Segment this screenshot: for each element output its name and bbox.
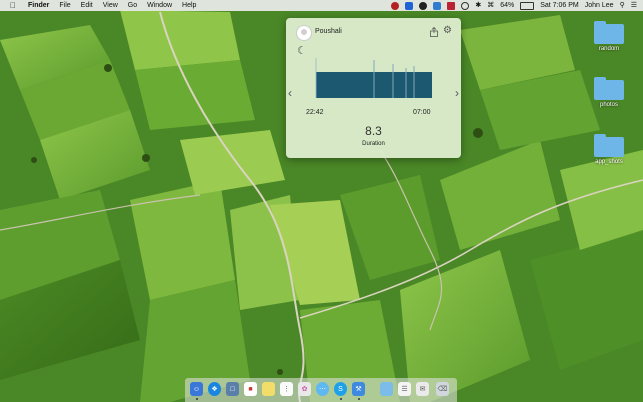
- avatar[interactable]: [296, 25, 312, 41]
- folder-photos[interactable]: photos: [592, 77, 626, 108]
- share-icon[interactable]: [429, 27, 439, 37]
- next-night-button[interactable]: ›: [455, 86, 459, 100]
- dock-trash-icon[interactable]: ⌫: [436, 382, 449, 396]
- folder-icon: [594, 77, 624, 100]
- sleep-popover: Poushali ⚙ ☾ ‹ › 22:42 07:00 8.3 Duratio…: [286, 18, 461, 158]
- apple-menu-icon[interactable]: : [8, 0, 18, 11]
- dropbox-icon[interactable]: [405, 1, 414, 10]
- bluetooth-icon[interactable]: ✱: [475, 0, 481, 11]
- menu-edit[interactable]: Edit: [81, 0, 93, 11]
- vpn-icon[interactable]: [447, 1, 456, 10]
- dock-xcode-icon[interactable]: ⚒: [352, 382, 365, 396]
- folder-label: app_shots: [595, 159, 623, 165]
- folder-app-shots[interactable]: app_shots: [592, 134, 626, 165]
- dock-calendar-icon[interactable]: ■: [244, 382, 257, 396]
- folder-icon: [594, 134, 624, 157]
- folder-random[interactable]: random: [592, 21, 626, 52]
- dock-messages-icon[interactable]: ⋯: [316, 382, 329, 396]
- wifi-icon[interactable]: ⌘: [487, 0, 494, 11]
- menu-bar:  Finder File Edit View Go Window Help ✱…: [0, 0, 643, 11]
- dock-reminders-icon[interactable]: ⋮: [280, 382, 293, 396]
- dock-mail-drafts-icon[interactable]: ✉: [416, 382, 429, 396]
- dock-safari-icon[interactable]: ❖: [208, 382, 221, 396]
- previous-night-button[interactable]: ‹: [288, 86, 292, 100]
- running-indicator: [358, 398, 360, 400]
- battery-percent[interactable]: 64%: [500, 0, 514, 11]
- popover-user-name: Poushali: [315, 28, 342, 35]
- menu-file[interactable]: File: [59, 0, 70, 11]
- clock[interactable]: Sat 7:06 PM: [540, 0, 579, 11]
- dock-documents-icon[interactable]: ☰: [398, 382, 411, 396]
- running-indicator: [340, 398, 342, 400]
- gear-icon[interactable]: ⚙: [443, 26, 452, 36]
- folder-label: photos: [599, 102, 618, 108]
- time-machine-icon[interactable]: [461, 1, 470, 10]
- folder-label: random: [598, 46, 620, 52]
- search-icon[interactable]: ⚲: [620, 0, 625, 11]
- screenshot-icon[interactable]: [433, 1, 442, 10]
- duration-value: 8.3: [365, 124, 382, 138]
- dock-photos-icon[interactable]: ✿: [298, 382, 311, 396]
- list-icon[interactable]: ☰: [631, 0, 637, 11]
- menu-view[interactable]: View: [103, 0, 118, 11]
- sleep-start-time: 22:42: [306, 109, 324, 116]
- user-name[interactable]: John Lee: [585, 0, 614, 11]
- menu-go[interactable]: Go: [128, 0, 137, 11]
- dock-downloads-folder-icon[interactable]: [380, 382, 393, 396]
- menu-window[interactable]: Window: [147, 0, 172, 11]
- running-indicator: [196, 398, 198, 400]
- evernote-icon[interactable]: [419, 1, 428, 10]
- folder-icon: [594, 21, 624, 44]
- duration-label: Duration: [362, 141, 385, 147]
- menu-help[interactable]: Help: [182, 0, 196, 11]
- moon-icon: ☾: [297, 45, 307, 57]
- dock-finder-icon[interactable]: ☺: [190, 382, 203, 396]
- dock-skype-icon[interactable]: S: [334, 382, 347, 396]
- battery-icon[interactable]: [520, 1, 535, 10]
- dock: ☺ ❖ □ ■ ⋮ ✿ ⋯ S ⚒ ☰ ✉ ⌫: [185, 378, 457, 402]
- dock-notes-icon[interactable]: [262, 382, 275, 396]
- sleep-end-time: 07:00: [413, 109, 431, 116]
- sleep-tracker-icon[interactable]: [391, 1, 400, 10]
- menu-finder[interactable]: Finder: [28, 0, 49, 11]
- dock-preview-icon[interactable]: □: [226, 382, 239, 396]
